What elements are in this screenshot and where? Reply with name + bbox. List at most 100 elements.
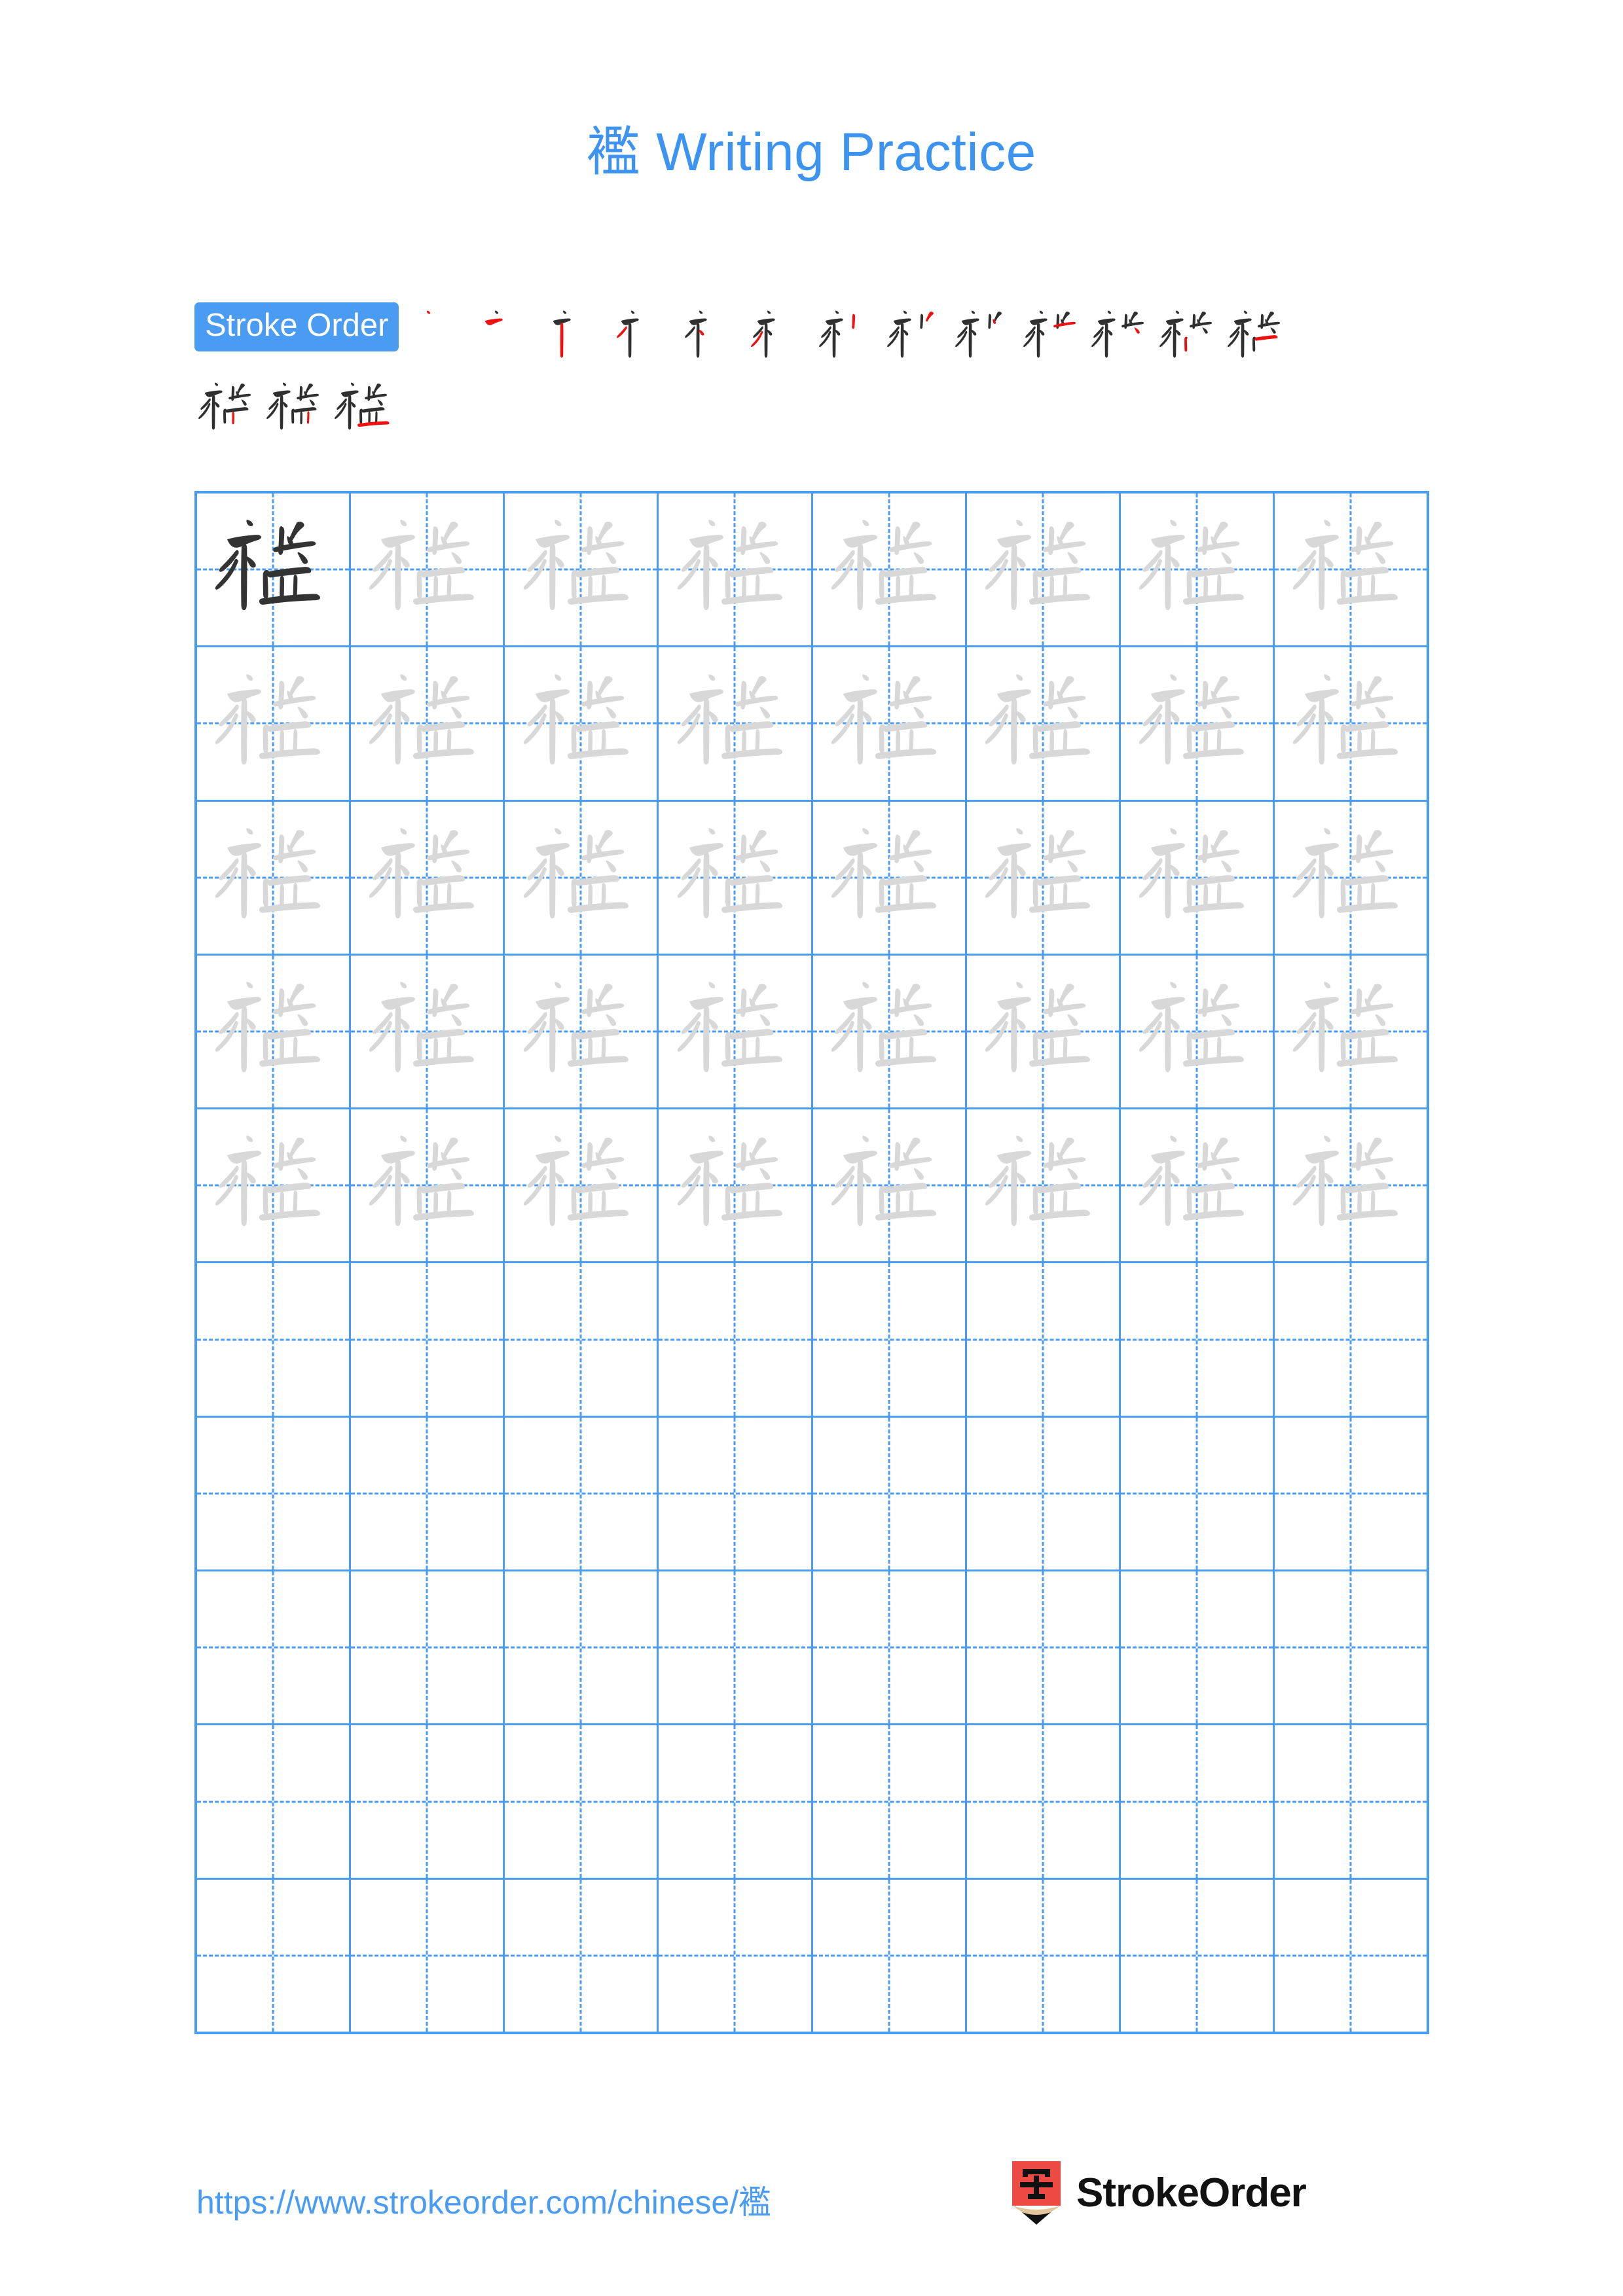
blank-practice-cell[interactable] xyxy=(813,1263,967,1416)
brand-name: StrokeOrder xyxy=(1076,2170,1307,2215)
trace-character-cell[interactable] xyxy=(659,647,813,800)
trace-character-cell[interactable] xyxy=(1275,1109,1427,1261)
stroke-step-15 xyxy=(263,374,331,442)
blank-practice-cell[interactable] xyxy=(1275,1263,1427,1415)
blank-practice-cell[interactable] xyxy=(659,1879,813,2032)
trace-character xyxy=(659,956,811,1107)
trace-character-cell[interactable] xyxy=(351,1109,505,1262)
trace-character-cell[interactable] xyxy=(505,955,659,1108)
trace-character xyxy=(1121,1109,1273,1261)
footer-url[interactable]: https://www.strokeorder.com/chinese/襤 xyxy=(196,2176,771,2223)
trace-character-cell[interactable] xyxy=(1121,955,1275,1108)
stroke-step-3 xyxy=(543,302,611,370)
blank-practice-cell[interactable] xyxy=(967,1879,1121,2032)
trace-character-cell[interactable] xyxy=(351,801,505,954)
blank-practice-cell[interactable] xyxy=(505,1571,659,1724)
blank-practice-cell[interactable] xyxy=(505,1417,659,1570)
trace-character-cell[interactable] xyxy=(1275,493,1427,645)
trace-character-cell[interactable] xyxy=(967,955,1121,1108)
trace-character-cell[interactable] xyxy=(813,493,967,646)
blank-practice-cell[interactable] xyxy=(197,1263,352,1416)
stroke-order-row-1: Stroke Order xyxy=(194,302,1432,370)
trace-character-cell[interactable] xyxy=(659,493,813,646)
stroke-steps-row-1 xyxy=(407,302,1292,358)
trace-character-cell[interactable] xyxy=(813,801,967,954)
blank-practice-cell[interactable] xyxy=(813,1571,967,1724)
blank-practice-cell[interactable] xyxy=(505,1725,659,1878)
blank-practice-cell[interactable] xyxy=(1121,1263,1275,1416)
blank-practice-cell[interactable] xyxy=(197,1417,352,1570)
trace-character-cell[interactable] xyxy=(813,1109,967,1262)
blank-practice-cell[interactable] xyxy=(1121,1571,1275,1724)
trace-character-cell[interactable] xyxy=(505,647,659,800)
trace-character xyxy=(659,802,811,954)
trace-character xyxy=(967,956,1119,1107)
trace-character xyxy=(505,647,657,799)
page-title: 襤 Writing Practice xyxy=(0,108,1623,186)
trace-character xyxy=(197,956,349,1107)
blank-practice-cell[interactable] xyxy=(813,1725,967,1878)
trace-character-cell[interactable] xyxy=(197,1109,352,1262)
blank-practice-cell[interactable] xyxy=(351,1417,505,1570)
blank-practice-cell[interactable] xyxy=(1121,1417,1275,1570)
blank-practice-cell[interactable] xyxy=(351,1879,505,2032)
footer-brand: StrokeOrder xyxy=(1008,2160,1307,2225)
blank-practice-cell[interactable] xyxy=(197,1879,352,2032)
trace-character-cell[interactable] xyxy=(1275,956,1427,1107)
blank-practice-cell[interactable] xyxy=(505,1879,659,2032)
blank-practice-cell[interactable] xyxy=(351,1571,505,1724)
blank-practice-cell[interactable] xyxy=(813,1417,967,1570)
trace-character-cell[interactable] xyxy=(1275,802,1427,954)
trace-character-cell[interactable] xyxy=(505,801,659,954)
trace-character-cell[interactable] xyxy=(967,1109,1121,1262)
blank-practice-cell[interactable] xyxy=(197,1725,352,1878)
blank-practice-cell[interactable] xyxy=(1121,1879,1275,2032)
blank-practice-cell[interactable] xyxy=(967,1725,1121,1878)
trace-character-cell[interactable] xyxy=(197,955,352,1108)
blank-practice-cell[interactable] xyxy=(659,1571,813,1724)
trace-character-cell[interactable] xyxy=(197,801,352,954)
blank-practice-cell[interactable] xyxy=(967,1417,1121,1570)
trace-character xyxy=(813,956,965,1107)
blank-practice-cell[interactable] xyxy=(1275,1571,1427,1723)
blank-practice-cell[interactable] xyxy=(813,1879,967,2032)
pencil-logo-icon xyxy=(1012,2161,1061,2225)
trace-character-cell[interactable] xyxy=(813,647,967,800)
trace-character-cell[interactable] xyxy=(505,493,659,646)
trace-character-cell[interactable] xyxy=(505,1109,659,1262)
model-character-cell[interactable] xyxy=(197,493,352,646)
trace-character xyxy=(197,1109,349,1261)
blank-practice-cell[interactable] xyxy=(351,1263,505,1416)
trace-character-cell[interactable] xyxy=(659,955,813,1108)
blank-practice-cell[interactable] xyxy=(505,1263,659,1416)
blank-practice-cell[interactable] xyxy=(967,1263,1121,1416)
trace-character-cell[interactable] xyxy=(1121,801,1275,954)
trace-character-cell[interactable] xyxy=(351,955,505,1108)
blank-practice-cell[interactable] xyxy=(659,1725,813,1878)
blank-practice-cell[interactable] xyxy=(967,1571,1121,1724)
trace-character-cell[interactable] xyxy=(659,1109,813,1262)
trace-character-cell[interactable] xyxy=(659,801,813,954)
stroke-step-2 xyxy=(475,302,543,370)
practice-row xyxy=(197,1879,1427,2032)
trace-character-cell[interactable] xyxy=(967,801,1121,954)
blank-practice-cell[interactable] xyxy=(197,1571,352,1724)
blank-practice-cell[interactable] xyxy=(1121,1725,1275,1878)
trace-character-cell[interactable] xyxy=(967,493,1121,646)
blank-practice-cell[interactable] xyxy=(1275,1725,1427,1877)
trace-character-cell[interactable] xyxy=(967,647,1121,800)
blank-practice-cell[interactable] xyxy=(659,1417,813,1570)
blank-practice-cell[interactable] xyxy=(659,1263,813,1416)
blank-practice-cell[interactable] xyxy=(1275,1418,1427,1570)
blank-practice-cell[interactable] xyxy=(1275,1880,1427,2032)
trace-character-cell[interactable] xyxy=(813,955,967,1108)
trace-character xyxy=(967,802,1119,954)
trace-character-cell[interactable] xyxy=(1121,1109,1275,1262)
trace-character-cell[interactable] xyxy=(1275,647,1427,799)
trace-character-cell[interactable] xyxy=(351,493,505,646)
blank-practice-cell[interactable] xyxy=(351,1725,505,1878)
trace-character-cell[interactable] xyxy=(351,647,505,800)
trace-character-cell[interactable] xyxy=(1121,647,1275,800)
trace-character-cell[interactable] xyxy=(1121,493,1275,646)
trace-character-cell[interactable] xyxy=(197,647,352,800)
